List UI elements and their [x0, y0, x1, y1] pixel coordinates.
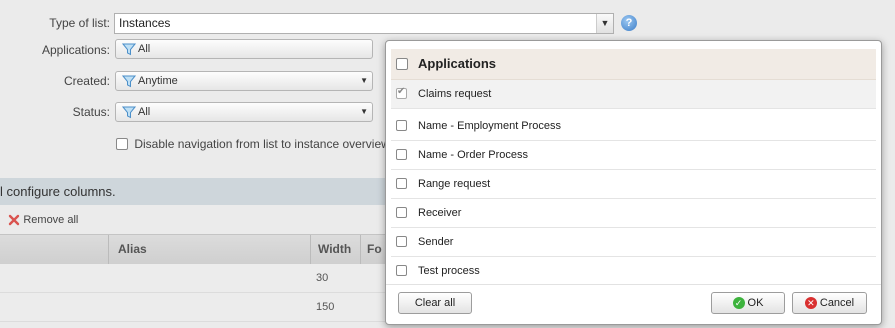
popup-footer-divider	[386, 284, 881, 285]
created-value: Anytime	[138, 75, 178, 87]
remove-all-button[interactable]: Remove all	[8, 212, 78, 226]
applications-label: Applications:	[41, 43, 110, 57]
applications-list: Applications ✔ Claims request Name - Emp…	[391, 49, 876, 282]
item-label: Claims request	[418, 88, 492, 100]
row-width-value: 30	[316, 272, 329, 284]
item-checkbox[interactable]	[396, 207, 407, 218]
column-divider	[310, 235, 311, 264]
status-label: Status:	[72, 105, 110, 119]
columns-toolbar: Remove all	[0, 205, 385, 234]
remove-all-label: Remove all	[23, 213, 79, 226]
applications-popup: Applications ✔ Claims request Name - Emp…	[385, 40, 882, 325]
clear-all-button[interactable]: Clear all	[398, 292, 472, 314]
item-label: Name - Employment Process	[418, 120, 562, 132]
item-label: Test process	[418, 265, 480, 277]
filter-icon	[122, 106, 136, 118]
applications-list-header[interactable]: Applications	[391, 49, 876, 80]
status-select[interactable]: All ▼	[115, 102, 373, 122]
item-checkbox[interactable]	[396, 120, 407, 131]
chevron-down-icon[interactable]: ▼	[596, 14, 613, 33]
ok-button[interactable]: ✓ OK	[711, 292, 785, 314]
cancel-button[interactable]: ✕ Cancel	[792, 292, 867, 314]
applications-value: All	[138, 43, 151, 55]
ok-label: OK	[747, 297, 764, 310]
check-icon: ✔	[397, 86, 406, 97]
filter-icon	[122, 75, 136, 87]
row-width-value: 150	[316, 301, 335, 313]
chevron-down-icon: ▼	[360, 76, 368, 85]
disable-navigation-label: Disable navigation from list to instance…	[134, 136, 386, 151]
chevron-down-icon: ▼	[360, 107, 368, 116]
table-row[interactable]: 30	[0, 264, 385, 293]
column-header-alias[interactable]: Alias	[118, 242, 147, 256]
item-checkbox[interactable]	[396, 236, 407, 247]
remove-icon	[8, 214, 20, 226]
list-item[interactable]: Receiver	[391, 199, 876, 228]
columns-info-text: l configure columns.	[0, 184, 116, 199]
created-label: Created:	[63, 74, 110, 88]
list-item[interactable]: Name - Order Process	[391, 141, 876, 170]
column-header-format[interactable]: Fo	[367, 242, 382, 256]
status-value: All	[138, 106, 151, 118]
type-of-list-select[interactable]: Instances ▼	[114, 13, 614, 34]
type-of-list-value: Instances	[119, 16, 171, 30]
table-row[interactable]: 150	[0, 293, 385, 322]
cancel-circle-icon: ✕	[804, 297, 817, 310]
disable-navigation-option[interactable]: Disable navigation from list to instance…	[116, 136, 386, 151]
column-header-width[interactable]: Width	[318, 242, 351, 256]
select-all-checkbox[interactable]	[396, 58, 408, 70]
list-item[interactable]: ✔ Claims request	[391, 80, 876, 109]
list-item[interactable]: Sender	[391, 228, 876, 257]
disable-navigation-checkbox[interactable]	[116, 137, 128, 150]
check-circle-icon: ✓	[732, 297, 745, 310]
list-item[interactable]: Test process	[391, 257, 876, 285]
help-icon[interactable]: ?	[621, 15, 637, 31]
item-label: Range request	[418, 178, 491, 190]
applications-filter-button[interactable]: All	[115, 39, 373, 59]
item-label: Receiver	[418, 207, 462, 219]
item-checkbox[interactable]	[396, 265, 407, 276]
columns-info-band: l configure columns.	[0, 178, 385, 205]
type-of-list-label: Type of list:	[49, 16, 110, 30]
created-select[interactable]: Anytime ▼	[115, 71, 373, 91]
item-checkbox[interactable]	[396, 178, 407, 189]
column-divider	[108, 235, 109, 264]
column-divider	[360, 235, 361, 264]
item-checkbox[interactable]	[396, 149, 407, 160]
columns-grid-header: Alias Width Fo	[0, 234, 385, 265]
list-item[interactable]: Range request	[391, 170, 876, 199]
filter-icon	[122, 43, 136, 55]
list-item[interactable]: Name - Employment Process	[391, 112, 876, 141]
item-label: Name - Order Process	[418, 149, 529, 161]
applications-header-label: Applications	[418, 56, 497, 71]
item-label: Sender	[418, 236, 454, 248]
cancel-label: Cancel	[819, 297, 855, 310]
